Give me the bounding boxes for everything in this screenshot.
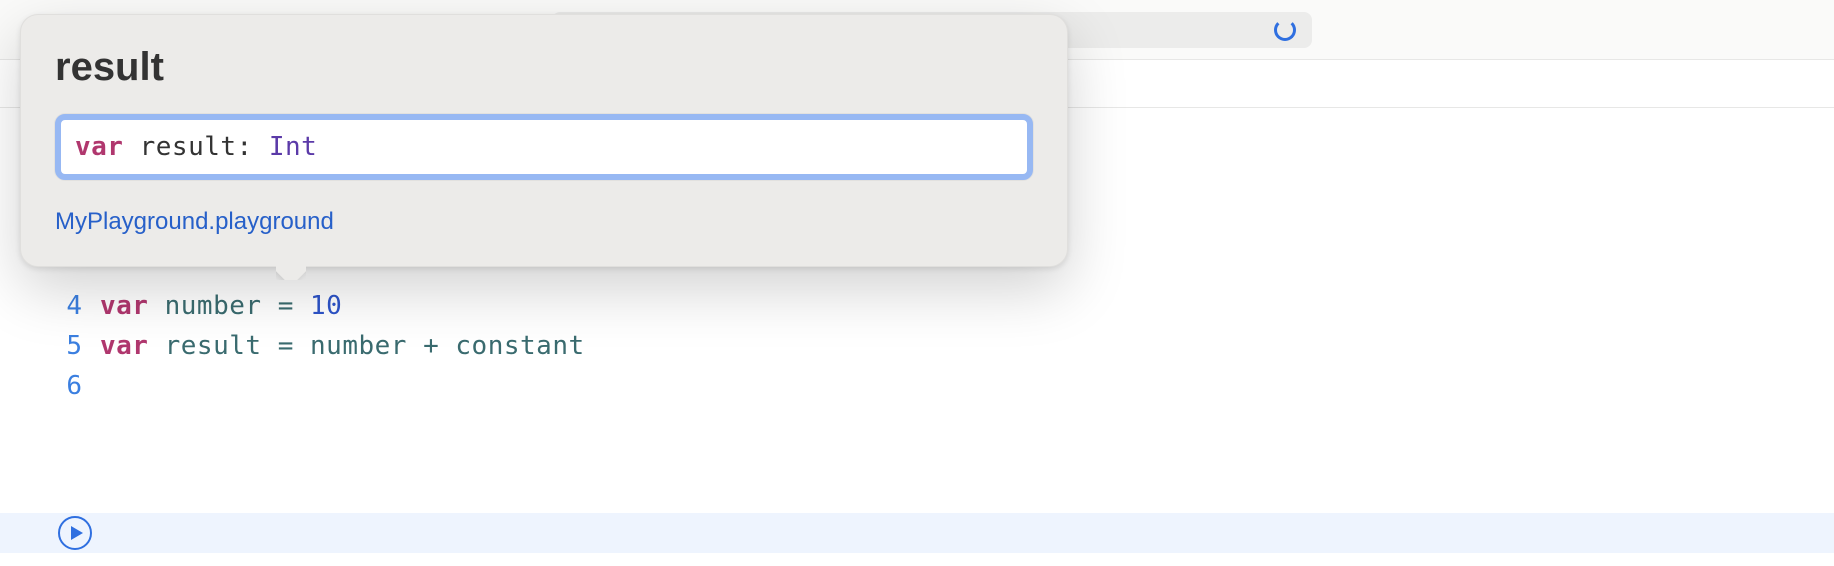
code-line[interactable]: 4var number = 10	[0, 286, 1834, 326]
line-number: 4	[0, 286, 100, 326]
popover-title: result	[55, 45, 1033, 90]
code-line[interactable]: 6	[0, 366, 1834, 406]
play-icon	[71, 526, 83, 540]
declaration-name: result	[140, 132, 237, 162]
code-content[interactable]: var result = number + constant	[100, 326, 585, 366]
play-button[interactable]	[58, 516, 92, 550]
declaration-box[interactable]: var result: Int	[55, 114, 1033, 180]
declaration-type: Int	[269, 132, 317, 162]
declaration-colon: :	[237, 132, 253, 162]
quick-help-popover: result var result: Int MyPlayground.play…	[20, 14, 1068, 267]
execution-highlight-bar	[0, 513, 1834, 553]
file-link[interactable]: MyPlayground.playground	[55, 208, 1033, 236]
declaration-keyword: var	[75, 132, 123, 162]
popover-tail	[276, 266, 306, 280]
activity-spinner-icon	[1274, 19, 1296, 41]
line-number: 5	[0, 326, 100, 366]
code-line[interactable]: 5var result = number + constant	[0, 326, 1834, 366]
line-number: 6	[0, 366, 100, 406]
code-content[interactable]: var number = 10	[100, 286, 342, 326]
